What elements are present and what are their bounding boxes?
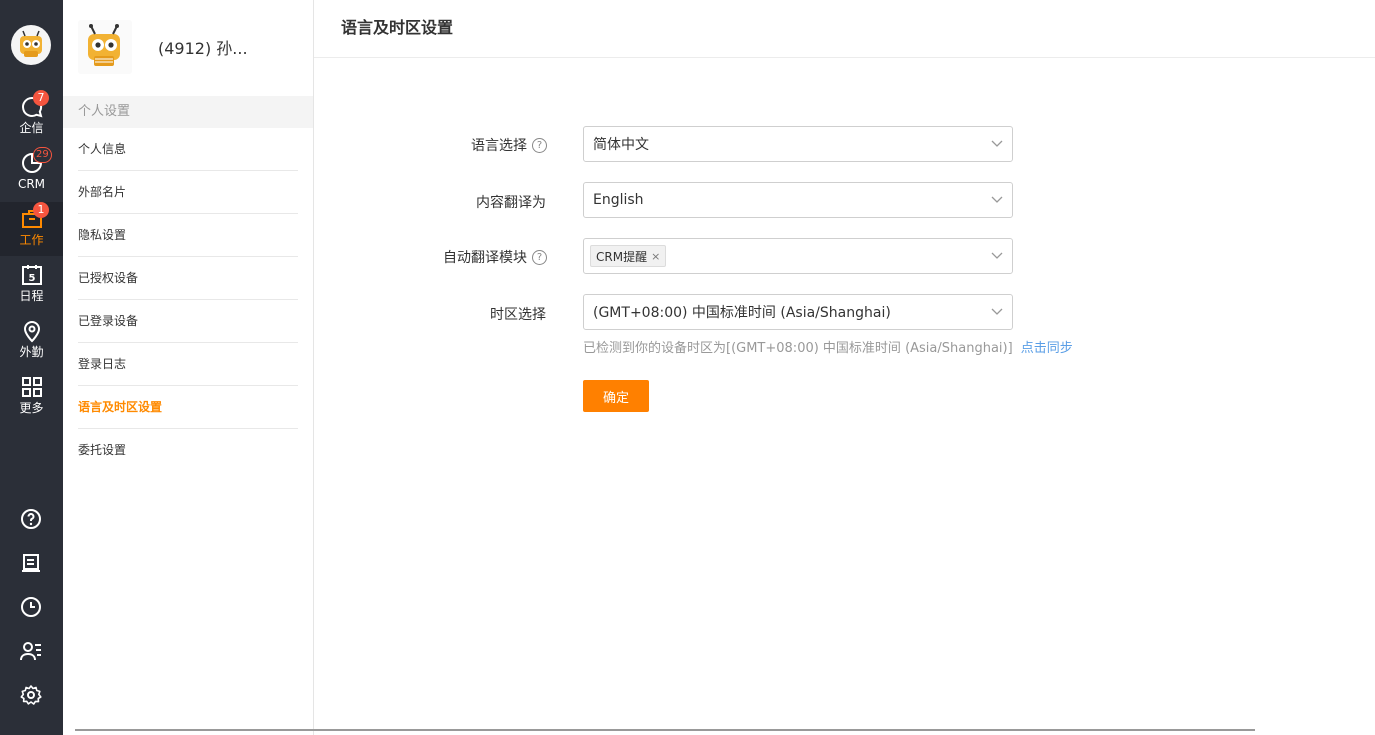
rail-item-work[interactable]: 工作 1	[0, 202, 63, 256]
location-pin-icon	[19, 318, 45, 344]
menu-item-business-card[interactable]: 外部名片	[78, 171, 298, 214]
svg-text:5: 5	[28, 273, 35, 284]
menu-item-authorized-devices[interactable]: 已授权设备	[78, 257, 298, 300]
rail-label: 企信	[19, 121, 44, 135]
unread-badge: 29	[33, 147, 52, 163]
sync-link[interactable]: 点击同步	[1021, 341, 1073, 356]
auto-translate-field-label: 自动翻译模块 ?	[314, 247, 547, 267]
settings-menu: 个人信息 外部名片 隐私设置 已授权设备 已登录设备 登录日志 语言及时区设置 …	[78, 128, 298, 472]
timezone-field-label: 时区选择	[314, 304, 546, 324]
language-field-label: 语言选择 ?	[314, 135, 547, 155]
left-nav-rail: 企信 7 CRM 29 工作 1 5 日程 外勤 更多	[0, 0, 63, 735]
timezone-detected-hint: 已检测到你的设备时区为[(GMT+08:00) 中国标准时间 (Asia/Sha…	[583, 337, 1073, 356]
chevron-down-icon	[991, 252, 1003, 259]
rail-item-field-work[interactable]: 外勤	[0, 314, 63, 368]
menu-item-login-log[interactable]: 登录日志	[78, 343, 298, 386]
page-title: 语言及时区设置	[314, 0, 1375, 58]
menu-item-logged-in-devices[interactable]: 已登录设备	[78, 300, 298, 343]
avatar[interactable]	[78, 20, 132, 74]
unread-badge: 7	[33, 90, 49, 106]
app-window: 企信 7 CRM 29 工作 1 5 日程 外勤 更多 (4912) 孙... …	[0, 0, 1375, 735]
rail-item-crm[interactable]: CRM 29	[0, 146, 63, 200]
rail-label: 更多	[19, 401, 44, 415]
rail-label: 外勤	[19, 345, 44, 359]
language-select[interactable]: 简体中文	[583, 126, 1013, 162]
help-icon[interactable]	[18, 506, 44, 532]
notes-icon[interactable]	[18, 550, 44, 576]
settings-icon[interactable]	[18, 682, 44, 708]
help-icon[interactable]: ?	[532, 137, 547, 153]
chevron-down-icon	[991, 140, 1003, 147]
rail-label: 日程	[19, 289, 44, 303]
menu-item-language-timezone[interactable]: 语言及时区设置	[78, 386, 298, 429]
menu-item-privacy[interactable]: 隐私设置	[78, 214, 298, 257]
chevron-down-icon	[991, 308, 1003, 315]
rail-item-messages[interactable]: 企信 7	[0, 90, 63, 144]
chevron-down-icon	[991, 196, 1003, 203]
help-icon[interactable]: ?	[532, 249, 547, 265]
label-text: 时区选择	[490, 307, 546, 323]
translate-to-select[interactable]: English	[583, 182, 1013, 218]
tag-label: CRM提醒	[596, 249, 648, 264]
bottom-divider	[75, 729, 1255, 731]
rail-item-schedule[interactable]: 5 日程	[0, 258, 63, 312]
profile-header: (4912) 孙...	[78, 20, 248, 74]
app-logo[interactable]	[11, 25, 51, 65]
section-title: 个人设置	[63, 96, 313, 128]
grid-icon	[19, 374, 45, 400]
menu-item-personal-info[interactable]: 个人信息	[78, 128, 298, 171]
rail-item-more[interactable]: 更多	[0, 370, 63, 424]
select-value: (GMT+08:00) 中国标准时间 (Asia/Shanghai)	[593, 305, 891, 321]
main-content: 语言及时区设置 语言选择 ? 简体中文 内容翻译为 English 自动翻译模块…	[314, 0, 1375, 735]
label-text: 语言选择	[471, 138, 527, 154]
auto-translate-select[interactable]: CRM提醒 ×	[583, 238, 1013, 274]
translate-field-label: 内容翻译为	[314, 192, 546, 212]
clock-icon[interactable]	[18, 594, 44, 620]
profile-name: (4912) 孙...	[158, 39, 248, 58]
rail-label: CRM	[17, 177, 46, 191]
unread-badge: 1	[33, 202, 49, 218]
calendar-icon: 5	[19, 262, 45, 288]
select-value: English	[593, 192, 644, 208]
contacts-icon[interactable]	[18, 638, 44, 664]
settings-side-panel: (4912) 孙... 个人设置 个人信息 外部名片 隐私设置 已授权设备 已登…	[63, 0, 314, 735]
remove-tag-icon[interactable]: ×	[651, 250, 660, 263]
hint-text: 已检测到你的设备时区为[(GMT+08:00) 中国标准时间 (Asia/Sha…	[583, 341, 1013, 356]
timezone-select[interactable]: (GMT+08:00) 中国标准时间 (Asia/Shanghai)	[583, 294, 1013, 330]
menu-item-delegation[interactable]: 委托设置	[78, 429, 298, 472]
selected-tag: CRM提醒 ×	[590, 245, 667, 267]
select-value: 简体中文	[593, 137, 649, 153]
confirm-button[interactable]: 确定	[583, 380, 649, 412]
label-text: 自动翻译模块	[443, 250, 527, 266]
label-text: 内容翻译为	[476, 195, 546, 211]
rail-label: 工作	[19, 233, 44, 247]
